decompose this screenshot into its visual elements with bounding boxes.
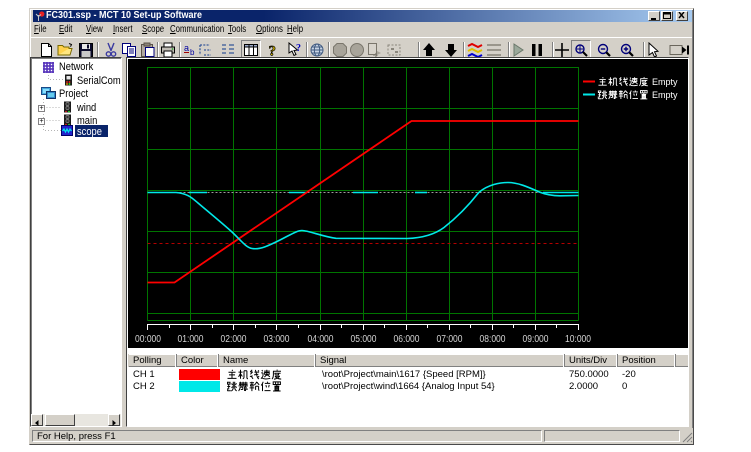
svg-text:Empty: Empty bbox=[652, 90, 678, 100]
svg-text:02:000: 02:000 bbox=[221, 334, 247, 345]
svg-text:b: b bbox=[190, 48, 195, 57]
svg-text:05:000: 05:000 bbox=[351, 334, 377, 345]
svg-text:a: a bbox=[184, 43, 189, 53]
svg-text:00:000: 00:000 bbox=[135, 334, 161, 345]
svg-text:09:000: 09:000 bbox=[523, 334, 549, 345]
svg-text:?: ? bbox=[296, 43, 301, 54]
svg-text:04:000: 04:000 bbox=[308, 334, 334, 345]
svg-text:Empty: Empty bbox=[652, 77, 678, 87]
svg-text:03:000: 03:000 bbox=[264, 334, 290, 345]
svg-text:01:000: 01:000 bbox=[178, 334, 204, 345]
svg-text:?: ? bbox=[269, 44, 277, 59]
svg-text:06:000: 06:000 bbox=[394, 334, 420, 345]
svg-text:10:000: 10:000 bbox=[565, 334, 591, 345]
svg-text:08:000: 08:000 bbox=[480, 334, 506, 345]
svg-text:07:000: 07:000 bbox=[437, 334, 463, 345]
